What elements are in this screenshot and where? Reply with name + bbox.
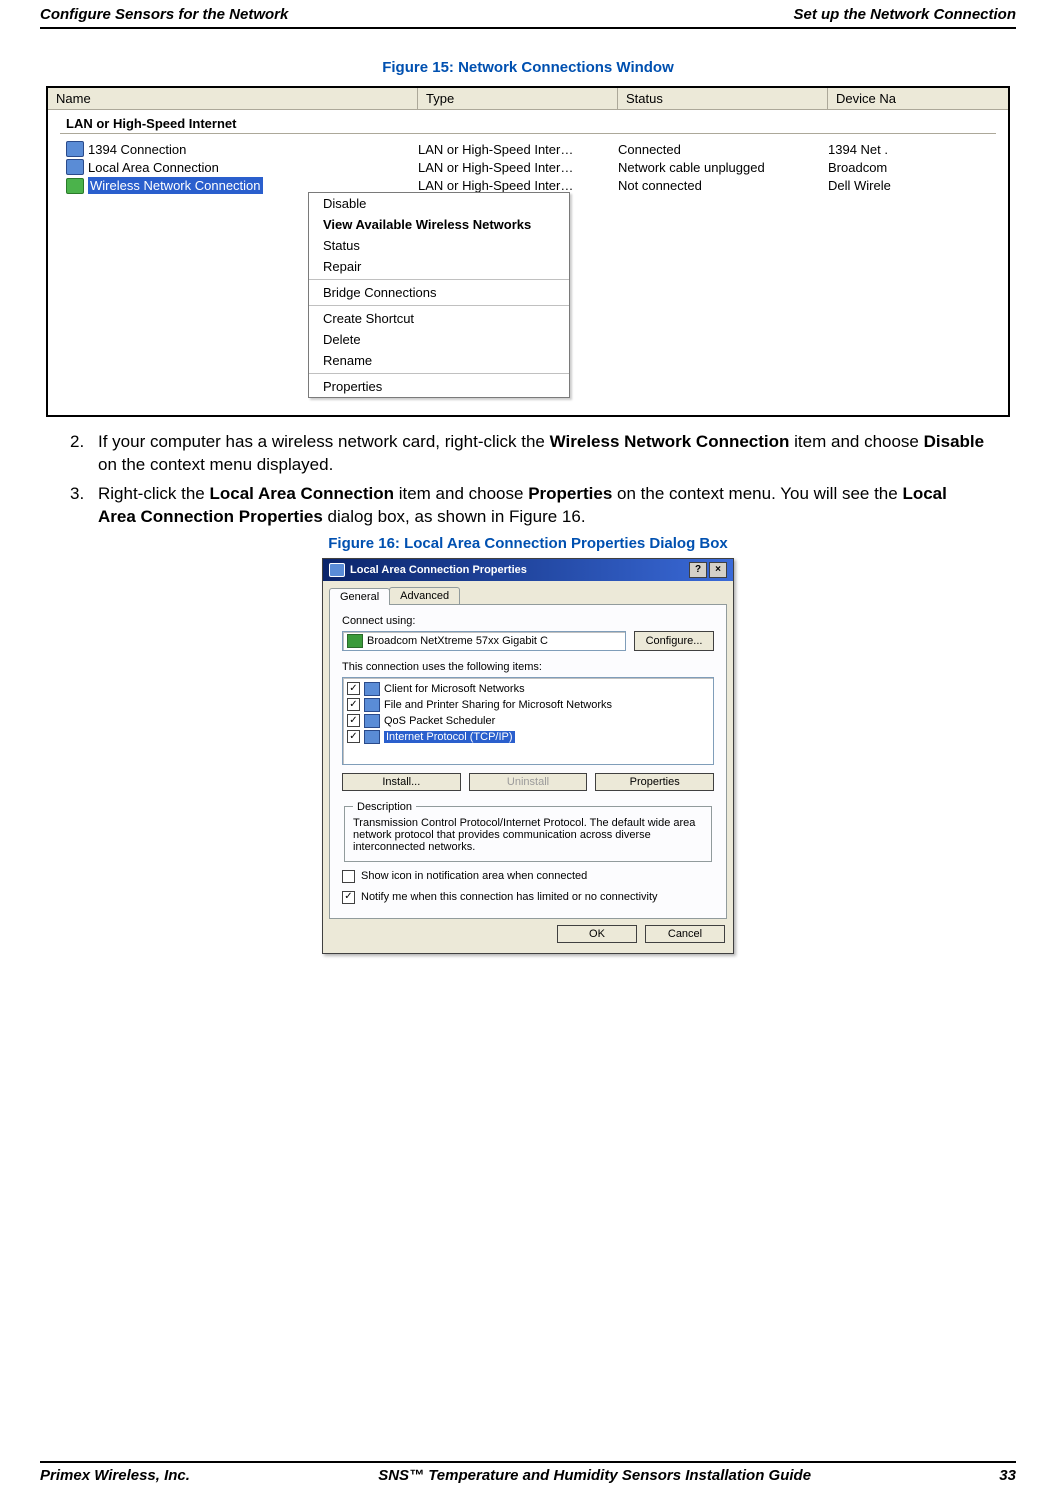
menu-separator xyxy=(309,373,569,374)
list-item[interactable]: ✓ QoS Packet Scheduler xyxy=(347,713,709,729)
configure-button[interactable]: Configure... xyxy=(634,631,714,651)
component-icon xyxy=(364,682,380,696)
header-right: Set up the Network Connection xyxy=(793,6,1016,23)
figure16-caption: Figure 16: Local Area Connection Propert… xyxy=(40,535,1016,552)
checkbox-icon[interactable]: ✓ xyxy=(347,714,360,727)
col-name[interactable]: Name xyxy=(48,88,418,109)
help-button[interactable]: ? xyxy=(689,562,707,578)
conn-device: 1394 Net . xyxy=(828,142,1008,157)
items-listbox[interactable]: ✓ Client for Microsoft Networks ✓ File a… xyxy=(342,677,714,765)
col-device[interactable]: Device Na xyxy=(828,88,1008,109)
dialog-title: Local Area Connection Properties xyxy=(350,564,527,576)
connect-using-label: Connect using: xyxy=(342,615,714,627)
footer-right: 33 xyxy=(999,1467,1016,1484)
col-status[interactable]: Status xyxy=(618,88,828,109)
conn-status: Network cable unplugged xyxy=(618,160,828,175)
column-headers: Name Type Status Device Na xyxy=(48,88,1008,110)
context-menu: Disable View Available Wireless Networks… xyxy=(308,192,570,398)
conn-type: LAN or High-Speed Inter… xyxy=(418,160,618,175)
menu-bridge[interactable]: Bridge Connections xyxy=(309,282,569,303)
lan-icon xyxy=(66,141,84,157)
menu-separator xyxy=(309,279,569,280)
menu-rename[interactable]: Rename xyxy=(309,350,569,371)
conn-device: Broadcom xyxy=(828,160,1008,175)
dialog-titlebar[interactable]: Local Area Connection Properties ? × xyxy=(323,559,733,581)
dialog-tabs: General Advanced xyxy=(323,581,733,604)
menu-repair[interactable]: Repair xyxy=(309,256,569,277)
description-text: Transmission Control Protocol/Internet P… xyxy=(353,817,703,853)
component-icon xyxy=(364,730,380,744)
lan-icon xyxy=(66,159,84,175)
tab-general[interactable]: General xyxy=(329,588,390,605)
step-number: 3. xyxy=(70,483,98,529)
menu-shortcut[interactable]: Create Shortcut xyxy=(309,308,569,329)
component-icon xyxy=(364,714,380,728)
show-icon-checkbox[interactable]: Show icon in notification area when conn… xyxy=(342,870,714,883)
conn-name: 1394 Connection xyxy=(88,142,418,157)
description-legend: Description xyxy=(353,801,416,813)
component-icon xyxy=(364,698,380,712)
checkbox-icon[interactable]: ✓ xyxy=(342,891,355,904)
list-item[interactable]: ✓ File and Printer Sharing for Microsoft… xyxy=(347,697,709,713)
conn-device: Dell Wirele xyxy=(828,178,1008,193)
conn-status: Not connected xyxy=(618,178,828,193)
footer-left: Primex Wireless, Inc. xyxy=(40,1467,190,1484)
menu-status[interactable]: Status xyxy=(309,235,569,256)
menu-properties[interactable]: Properties xyxy=(309,376,569,397)
wifi-icon xyxy=(66,178,84,194)
menu-view-networks[interactable]: View Available Wireless Networks xyxy=(309,214,569,235)
checkbox-icon[interactable] xyxy=(342,870,355,883)
close-button[interactable]: × xyxy=(709,562,727,578)
adapter-name: Broadcom NetXtreme 57xx Gigabit C xyxy=(367,635,548,647)
items-label: This connection uses the following items… xyxy=(342,661,714,673)
conn-name-selected: Wireless Network Connection xyxy=(88,177,263,194)
description-group: Description Transmission Control Protoco… xyxy=(344,801,712,862)
install-button[interactable]: Install... xyxy=(342,773,461,791)
header-left: Configure Sensors for the Network xyxy=(40,6,288,23)
network-connections-window: Name Type Status Device Na LAN or High-S… xyxy=(46,86,1010,417)
connection-row[interactable]: Local Area Connection LAN or High-Speed … xyxy=(48,158,1008,176)
group-divider xyxy=(60,133,996,134)
col-type[interactable]: Type xyxy=(418,88,618,109)
step-2: 2. If your computer has a wireless netwo… xyxy=(70,431,986,477)
step-3: 3. Right-click the Local Area Connection… xyxy=(70,483,986,529)
menu-disable[interactable]: Disable xyxy=(309,193,569,214)
checkbox-icon[interactable]: ✓ xyxy=(347,730,360,743)
ok-button[interactable]: OK xyxy=(557,925,637,943)
conn-type: LAN or High-Speed Inter… xyxy=(418,142,618,157)
connection-row[interactable]: 1394 Connection LAN or High-Speed Inter…… xyxy=(48,140,1008,158)
adapter-field[interactable]: Broadcom NetXtreme 57xx Gigabit C xyxy=(342,631,626,651)
checkbox-icon[interactable]: ✓ xyxy=(347,698,360,711)
group-label: LAN or High-Speed Internet xyxy=(48,110,1008,133)
uninstall-button: Uninstall xyxy=(469,773,588,791)
conn-name: Local Area Connection xyxy=(88,160,418,175)
footer-center: SNS™ Temperature and Humidity Sensors In… xyxy=(378,1467,811,1484)
page-footer: Primex Wireless, Inc. SNS™ Temperature a… xyxy=(40,1461,1016,1484)
checkbox-icon[interactable]: ✓ xyxy=(347,682,360,695)
page-header: Configure Sensors for the Network Set up… xyxy=(40,0,1016,29)
menu-separator xyxy=(309,305,569,306)
properties-button[interactable]: Properties xyxy=(595,773,714,791)
properties-dialog: Local Area Connection Properties ? × Gen… xyxy=(322,558,734,954)
conn-status: Connected xyxy=(618,142,828,157)
dialog-panel: Connect using: Broadcom NetXtreme 57xx G… xyxy=(329,604,727,919)
menu-delete[interactable]: Delete xyxy=(309,329,569,350)
cancel-button[interactable]: Cancel xyxy=(645,925,725,943)
conn-type: LAN or High-Speed Inter… xyxy=(418,178,618,193)
notify-checkbox[interactable]: ✓ Notify me when this connection has lim… xyxy=(342,891,714,904)
adapter-icon xyxy=(347,634,363,648)
lan-icon xyxy=(329,563,345,577)
tab-advanced[interactable]: Advanced xyxy=(389,587,460,604)
step-number: 2. xyxy=(70,431,98,477)
list-item[interactable]: ✓ Client for Microsoft Networks xyxy=(347,681,709,697)
figure15-caption: Figure 15: Network Connections Window xyxy=(40,59,1016,76)
list-item-selected[interactable]: ✓ Internet Protocol (TCP/IP) xyxy=(347,729,709,745)
